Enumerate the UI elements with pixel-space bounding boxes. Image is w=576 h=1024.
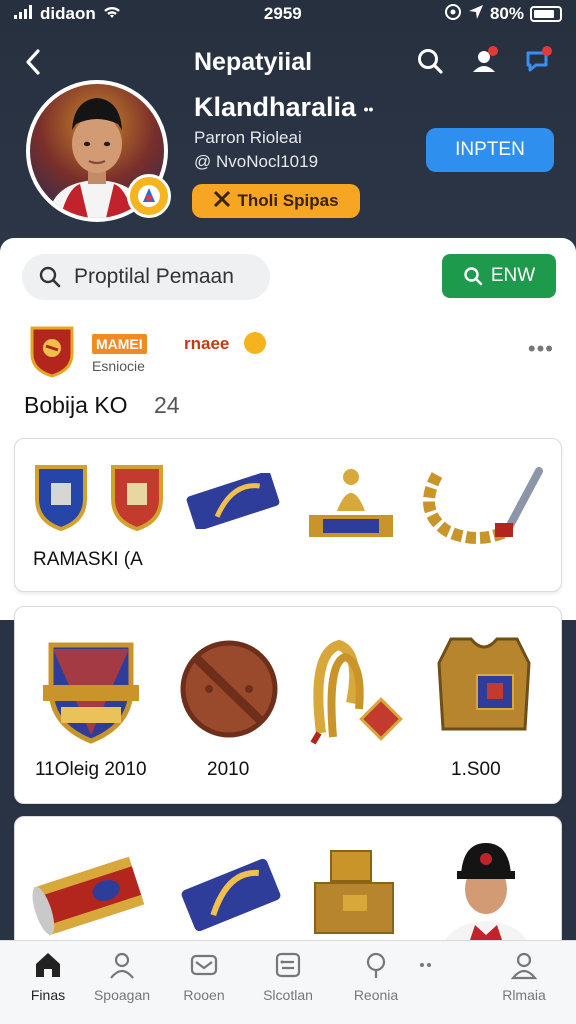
collection-card[interactable] [14, 816, 562, 957]
battery-percent: 80% [489, 4, 524, 23]
ticket-item-icon[interactable] [183, 471, 283, 534]
search-icon [464, 267, 483, 286]
search-button[interactable] [414, 44, 446, 78]
status-time: 2959 [263, 4, 302, 23]
post-title: Bobija KO [24, 392, 128, 418]
page-title: Nepatyiial [194, 48, 313, 76]
treasure-crate-item-icon[interactable] [307, 845, 401, 944]
red-crest-item-icon[interactable] [109, 463, 165, 536]
club-crest-icon[interactable] [28, 324, 76, 378]
nav-item-rlmaia[interactable]: Rlmaia [482, 949, 566, 1015]
nav-item-reonia[interactable]: Reonia [334, 949, 418, 1015]
verified-badge-icon [127, 174, 171, 218]
profile-icon [508, 949, 540, 981]
nav-item-spoagan[interactable]: Spoagan [80, 949, 164, 1015]
home-icon [32, 949, 64, 981]
more-options-icon[interactable]: ••• [528, 336, 554, 362]
vest-armor-item-icon[interactable] [429, 629, 539, 750]
battery-icon [529, 6, 562, 22]
notifications-button[interactable] [468, 44, 500, 78]
post-count: 24 [154, 392, 180, 418]
search-icon [39, 266, 61, 288]
person-icon [106, 949, 138, 981]
profile-subtitle: Parron Rioleai [194, 128, 302, 147]
wifi-icon [102, 4, 122, 25]
rank-badge[interactable]: Tholi Spipas [192, 184, 360, 218]
collection-card[interactable]: 11Oleig 2010 2010 1.S00 [14, 606, 562, 804]
search-bar[interactable] [22, 254, 270, 300]
messages-button[interactable] [522, 44, 554, 78]
nav-label: Rlmaia [502, 987, 546, 1003]
emblem-item-icon[interactable] [41, 635, 141, 750]
post-tag-extra: rnaee [184, 334, 230, 353]
ticket-item-icon[interactable] [179, 847, 283, 948]
blue-crest-item-icon[interactable] [33, 463, 89, 536]
nav-label: Slcotlan [263, 987, 313, 1003]
rope-medal-item-icon[interactable] [301, 633, 411, 750]
profile-name: Klandharalia •• [194, 92, 374, 122]
nav-more-dots [408, 949, 444, 1015]
post-tag: MAMEI [92, 334, 147, 354]
status-bar: didaon 2959 80% [0, 0, 576, 28]
follow-button[interactable]: INPTEN [426, 128, 554, 172]
trophy-item-icon[interactable] [299, 465, 403, 550]
card-caption: 11Oleig 2010 [35, 759, 147, 780]
location-arrow-icon [468, 4, 484, 25]
card-caption: 2010 [207, 759, 250, 780]
alarm-icon [444, 3, 462, 26]
card-caption: 1.S00 [451, 759, 501, 780]
search-icon [418, 49, 443, 74]
profile-handle: @ NvoNocl1019 [194, 152, 319, 171]
mail-icon [188, 949, 220, 981]
emoji-icon [244, 332, 266, 354]
nav-item-rooen[interactable]: Rooen [162, 949, 246, 1015]
card-caption: RAMASKI (A [33, 549, 143, 570]
round-shield-item-icon[interactable] [177, 637, 281, 746]
post-meta: Esniocie [92, 358, 145, 374]
back-button[interactable] [18, 44, 48, 80]
nav-label: Spoagan [93, 987, 151, 1003]
post-header: MAMEI rnaee Esniocie ••• [26, 322, 556, 382]
nav-label: Rooen [183, 987, 225, 1003]
chain-sword-item-icon[interactable] [417, 461, 547, 556]
grid-icon [272, 949, 304, 981]
nav-item-home[interactable]: Finas [6, 949, 90, 1015]
nav-label: Reonia [353, 987, 399, 1003]
dots-icon [410, 949, 442, 981]
carrier-label: didaon [40, 4, 96, 23]
find-button[interactable]: ENW [442, 254, 556, 298]
message-dot [542, 46, 552, 56]
location-icon [360, 949, 392, 981]
search-input[interactable] [74, 265, 254, 289]
scroll-item-icon[interactable] [29, 841, 149, 956]
bottom-nav: Finas Spoagan Rooen Slcotlan Reonia Rlma… [0, 940, 576, 1024]
collection-card[interactable]: RAMASKI (A [14, 438, 562, 592]
nav-label: Finas [30, 987, 66, 1003]
signal-icon [14, 4, 34, 24]
chevron-left-icon [26, 49, 40, 75]
notification-dot [488, 46, 498, 56]
nav-item-slcotlan[interactable]: Slcotlan [246, 949, 330, 1015]
crossed-swords-icon [213, 190, 231, 213]
